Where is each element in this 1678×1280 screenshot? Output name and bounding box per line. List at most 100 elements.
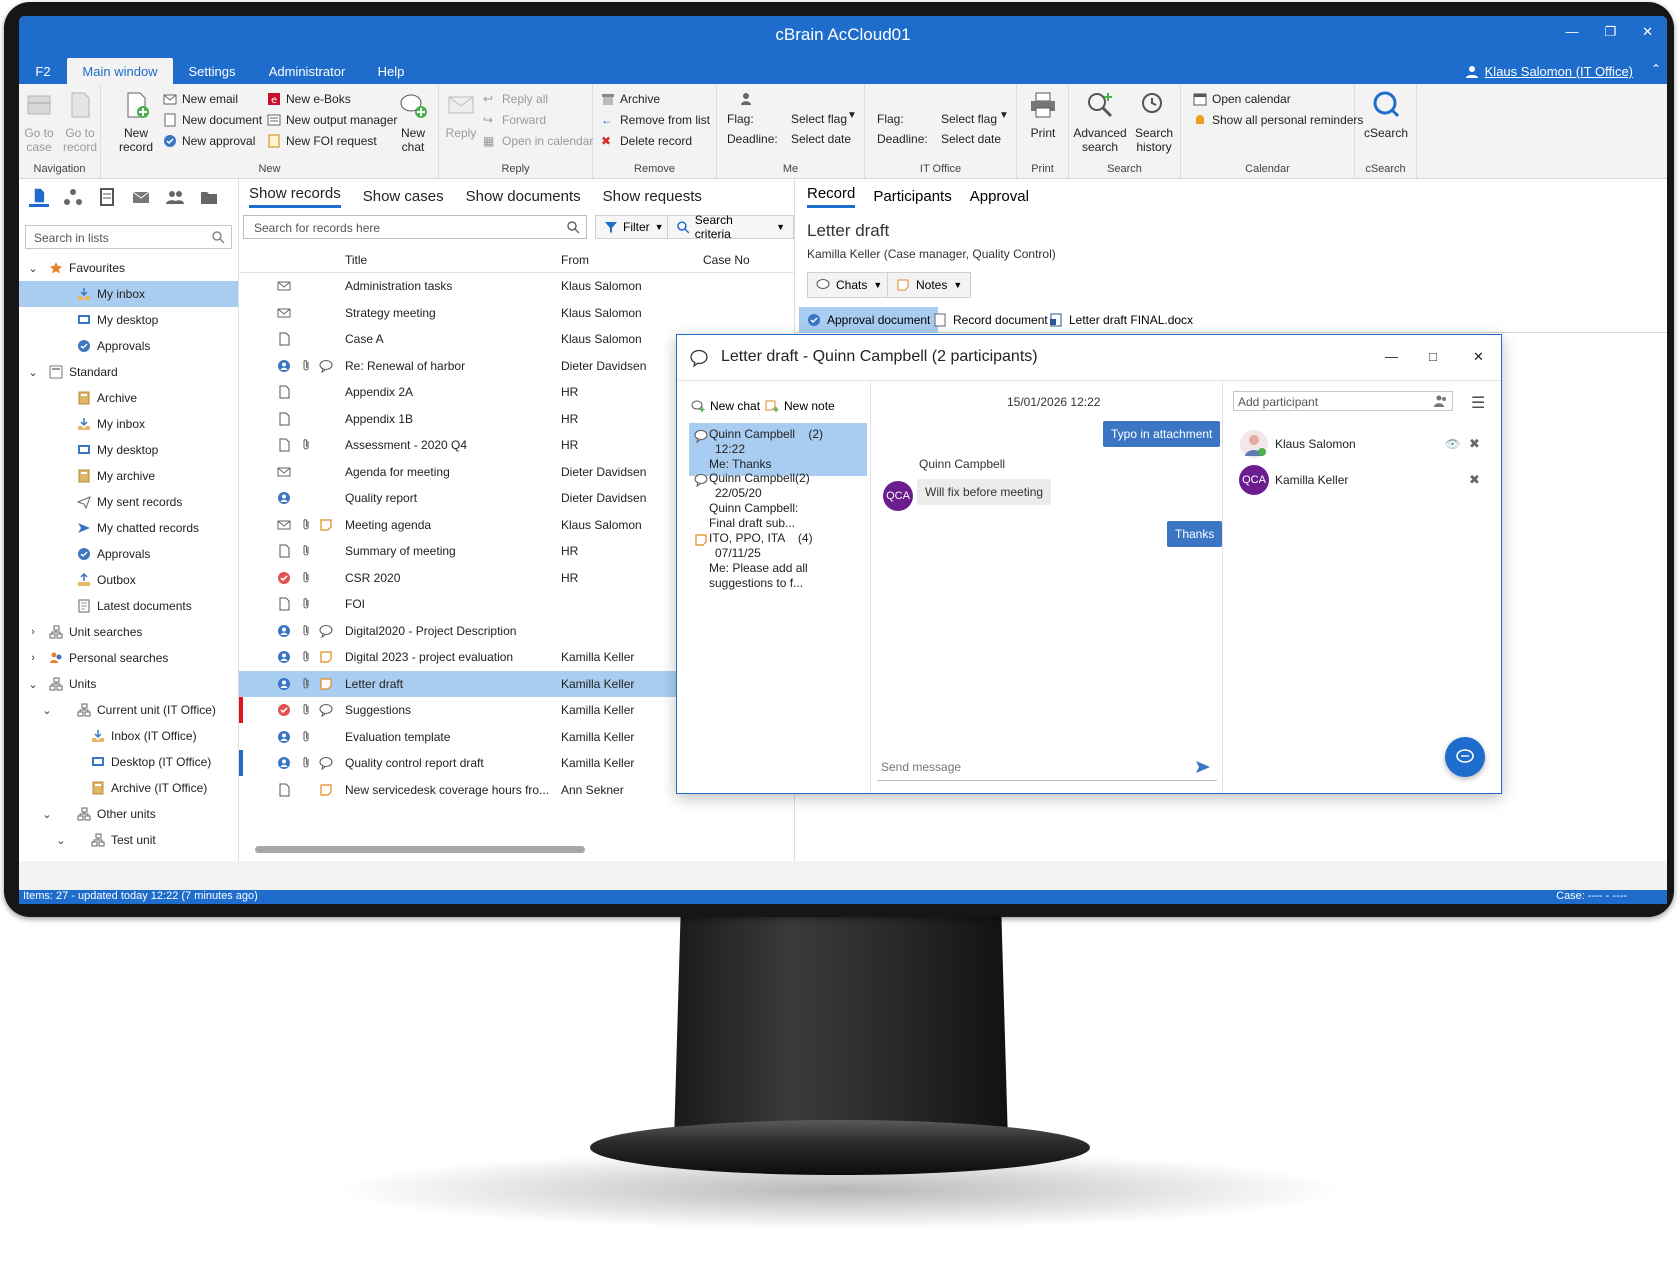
open-calendar-button[interactable]: Open calendar (1193, 92, 1291, 106)
search-history-button[interactable]: Search history (1129, 90, 1179, 154)
chats-button[interactable]: Chats ▼ (807, 272, 892, 298)
remove-participant-icon[interactable]: ✖ (1469, 472, 1480, 488)
table-row[interactable]: Administration tasks Klaus Salomon (239, 273, 794, 300)
new-email-button[interactable]: New email (163, 92, 238, 106)
tab-approval-document[interactable]: Approval document (799, 307, 939, 333)
records-search-input[interactable]: Search for records here (243, 215, 587, 239)
chevron-down-icon[interactable]: ⌄ (27, 678, 39, 691)
nav-item[interactable]: ⌄ Standard (19, 359, 238, 385)
nav-item[interactable]: My desktop (19, 437, 238, 463)
folders-view-icon[interactable] (199, 187, 219, 207)
chevron-down-icon[interactable]: ⌄ (27, 366, 39, 379)
nav-item[interactable]: Inbox (IT Office) (19, 723, 238, 749)
horizontal-scrollbar[interactable] (255, 846, 585, 853)
nav-item[interactable]: My inbox (19, 411, 238, 437)
new-note-button[interactable]: New note (765, 399, 835, 413)
me-select-flag[interactable]: Select flag (791, 112, 847, 126)
table-row[interactable]: Strategy meeting Klaus Salomon (239, 300, 794, 327)
eye-icon[interactable]: 👁 (1445, 437, 1460, 451)
go-to-record-button[interactable]: Go to record (61, 90, 99, 154)
new-chat-button[interactable]: New chat (691, 399, 760, 413)
chevron-up-icon[interactable]: ⌃ (1651, 62, 1661, 76)
send-message-input[interactable]: Send message (877, 753, 1217, 781)
mail-view-icon[interactable] (131, 187, 151, 207)
user-link[interactable]: Klaus Salomon (IT Office) (1465, 64, 1633, 79)
nav-item[interactable]: ⌄ Test unit (19, 827, 238, 853)
me-select-date[interactable]: Select date (791, 132, 851, 146)
notes-button[interactable]: Notes ▼ (887, 272, 972, 298)
delete-record-button[interactable]: ✖ Delete record (601, 134, 692, 148)
new-eboks-button[interactable]: e New e-Boks (267, 92, 351, 106)
nav-item[interactable]: My desktop (19, 307, 238, 333)
nav-item[interactable]: Outbox (19, 567, 238, 593)
documents-view-icon[interactable] (97, 187, 117, 207)
search-icon[interactable] (566, 220, 580, 234)
chat-thread-item[interactable]: Quinn Campbell(2) 22/05/20 Quinn Campbell… (689, 467, 867, 535)
go-to-case-button[interactable]: Go to case (21, 90, 57, 154)
nav-item[interactable]: › Personal searches (19, 645, 238, 671)
tab-record-document[interactable]: Record document (925, 307, 1056, 333)
nav-item[interactable]: Approvals (19, 541, 238, 567)
it-select-date[interactable]: Select date (941, 132, 1001, 146)
tab-letter-draft-docx[interactable]: Letter draft FINAL.docx (1041, 307, 1201, 333)
chat-assistant-button[interactable] (1445, 737, 1485, 777)
new-output-manager-button[interactable]: New output manager (267, 113, 397, 127)
column-from[interactable]: From (561, 253, 589, 267)
chat-maximize-button[interactable]: □ (1429, 349, 1437, 364)
nav-item[interactable]: Latest documents (19, 593, 238, 619)
tab-settings[interactable]: Settings (179, 58, 245, 84)
nav-item[interactable]: My chatted records (19, 515, 238, 541)
new-foi-request-button[interactable]: New FOI request (267, 134, 377, 148)
nav-item[interactable]: Desktop (IT Office) (19, 749, 238, 775)
nav-item[interactable]: Archive (IT Office) (19, 775, 238, 801)
menu-icon[interactable]: ☰ (1471, 393, 1485, 413)
filter-button[interactable]: Filter ▼ (595, 215, 673, 239)
nav-item[interactable]: My archive (19, 463, 238, 489)
reply-all-button[interactable]: ↩ Reply all (483, 92, 548, 106)
column-case-no[interactable]: Case No (703, 253, 750, 267)
nav-item[interactable]: Archive (19, 385, 238, 411)
me-flag-dropdown-icon[interactable]: ▼ (847, 110, 857, 121)
cases-view-icon[interactable] (63, 187, 83, 207)
chevron-down-icon[interactable]: ⌄ (41, 808, 53, 821)
nav-item[interactable]: ⌄ Current unit (IT Office) (19, 697, 238, 723)
new-chat-button[interactable]: New chat (393, 90, 433, 154)
search-criteria-button[interactable]: Search criteria ▼ (667, 213, 794, 241)
nav-item[interactable]: My inbox (19, 281, 238, 307)
reply-button[interactable]: Reply (443, 90, 479, 140)
nav-search-input[interactable]: Search in lists (25, 225, 232, 249)
add-participant-input[interactable]: Add participant (1233, 391, 1453, 411)
csearch-button[interactable]: cSearch (1361, 90, 1411, 140)
chat-close-button[interactable]: ✕ (1473, 349, 1484, 365)
contacts-view-icon[interactable] (165, 187, 185, 207)
tab-main-window[interactable]: Main window (67, 58, 173, 84)
tab-f2[interactable]: F2 (25, 58, 61, 84)
archive-button[interactable]: Archive (601, 92, 660, 106)
chevron-down-icon[interactable]: ⌄ (27, 262, 39, 275)
chat-thread-item[interactable]: ITO, PPO, ITA (4) 07/11/25 Me: Please add… (689, 527, 867, 595)
it-select-flag[interactable]: Select flag (941, 112, 997, 126)
close-button[interactable]: ✕ (1642, 24, 1653, 40)
nav-item[interactable]: Approvals (19, 333, 238, 359)
tab-show-requests[interactable]: Show requests (603, 188, 702, 205)
advanced-search-button[interactable]: Advanced search (1073, 90, 1127, 154)
search-icon[interactable] (211, 230, 225, 244)
tab-approval[interactable]: Approval (970, 188, 1029, 205)
new-document-button[interactable]: New document (163, 113, 262, 127)
tab-help[interactable]: Help (369, 58, 413, 84)
tab-show-documents[interactable]: Show documents (466, 188, 581, 205)
chat-minimize-button[interactable]: — (1385, 349, 1398, 364)
records-view-icon[interactable] (29, 187, 49, 207)
chevron-down-icon[interactable]: ⌄ (55, 834, 67, 847)
chevron-right-icon[interactable]: › (27, 652, 39, 664)
forward-button[interactable]: ↪ Forward (483, 113, 546, 127)
nav-item[interactable]: ⌄ Units (19, 671, 238, 697)
tab-administrator[interactable]: Administrator (259, 58, 355, 84)
tab-participants[interactable]: Participants (873, 188, 951, 205)
nav-item[interactable]: ⌄ Other units (19, 801, 238, 827)
it-flag-dropdown-icon[interactable]: ▼ (999, 110, 1009, 121)
column-title[interactable]: Title (345, 253, 367, 267)
send-icon[interactable] (1195, 759, 1211, 775)
add-participant-icon[interactable] (1434, 394, 1448, 408)
chevron-right-icon[interactable]: › (27, 626, 39, 638)
